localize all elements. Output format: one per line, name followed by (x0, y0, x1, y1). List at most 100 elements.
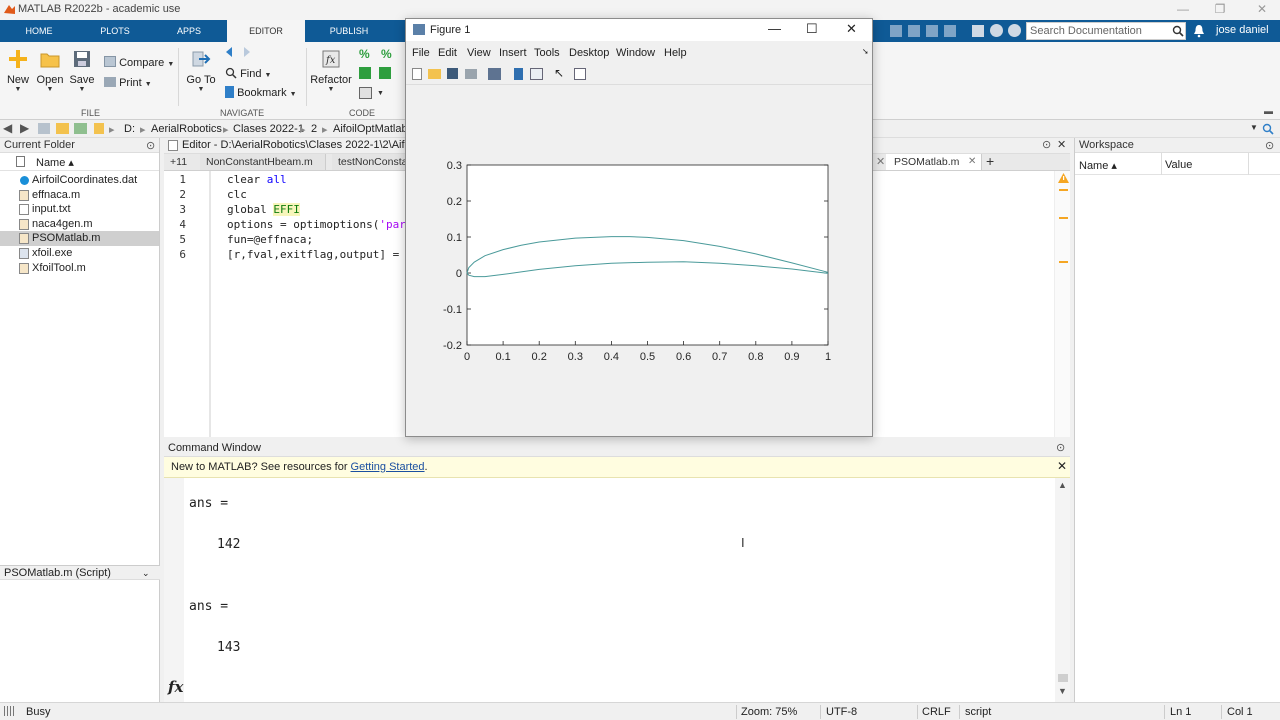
quick-open-icon[interactable] (908, 25, 920, 37)
tab-plots[interactable]: PLOTS (92, 20, 138, 42)
search-icon[interactable] (1172, 25, 1184, 37)
close-banner-icon[interactable]: ✕ (1057, 459, 1067, 473)
panel-menu-icon[interactable]: ⊙ (1265, 139, 1274, 152)
file-item-effnaca[interactable]: effnaca.m (0, 188, 159, 203)
address-dropdown-icon[interactable]: ▼ (1250, 123, 1258, 132)
tab-testnonconsta[interactable]: testNonConsta (332, 154, 406, 170)
insert-legend-icon[interactable] (530, 68, 543, 80)
figure-menu-window[interactable]: Window (616, 47, 655, 59)
outdent-icon[interactable] (379, 67, 391, 79)
chevron-down-icon[interactable]: ▼ (377, 90, 384, 97)
panel-menu-icon[interactable]: ⊙ (1056, 441, 1065, 454)
file-item-xfoil-exe[interactable]: xfoil.exe (0, 246, 159, 261)
scroll-down-icon[interactable]: ▼ (1058, 686, 1067, 696)
search-documentation-input[interactable]: Search Documentation (1026, 22, 1186, 40)
crumb-clases[interactable]: Clases 2022-1 (233, 123, 304, 135)
save-figure-icon[interactable] (447, 68, 458, 79)
up-folder-icon[interactable] (38, 123, 50, 134)
minimize-icon[interactable]: — (1173, 2, 1193, 18)
close-window-icon[interactable]: ✕ (1252, 2, 1272, 18)
back-arrow-icon[interactable]: ◀ (3, 122, 12, 134)
quick-layout-icon[interactable] (972, 25, 984, 37)
search-folder-icon[interactable] (74, 123, 87, 134)
command-window[interactable]: ans = 142 ans = 143 fx I ▲ ▼ (164, 478, 1070, 702)
insert-colorbar-icon[interactable] (514, 68, 523, 80)
community-icon[interactable] (1008, 24, 1021, 37)
indent-icon[interactable] (359, 67, 371, 79)
restore-icon[interactable]: ❐ (1210, 2, 1230, 18)
crumb-2[interactable]: 2 (311, 123, 317, 135)
file-item-airfoilcoordinates[interactable]: AirfoilCoordinates.dat (0, 173, 159, 188)
find-button[interactable]: Find ▼ (225, 67, 271, 80)
help-icon[interactable] (990, 24, 1003, 37)
save-button[interactable]: Save ▼ (68, 48, 96, 93)
figure-close-icon[interactable]: ✕ (846, 21, 857, 37)
workspace-value-column[interactable]: Value (1165, 159, 1192, 171)
tab-publish[interactable]: PUBLISH (322, 20, 376, 42)
quick-new-icon[interactable] (890, 25, 902, 37)
quick-save-icon[interactable] (926, 25, 938, 37)
figure-window[interactable]: Figure 1 — ☐ ✕ File Edit View Insert Too… (405, 18, 873, 437)
smart-indent-icon[interactable] (359, 87, 372, 99)
status-eol[interactable]: CRLF (922, 706, 951, 718)
quick-cut-icon[interactable] (944, 25, 956, 37)
figure-menu-insert[interactable]: Insert (499, 47, 527, 59)
crumb-aifoiloptmatlab[interactable]: AifoilOptMatlab (333, 123, 408, 135)
tab-home[interactable]: HOME (16, 20, 62, 42)
figure-menu-help[interactable]: Help (664, 47, 687, 59)
print-figure-icon[interactable] (465, 69, 477, 79)
close-tab-icon[interactable]: ✕ (876, 155, 885, 168)
goto-button[interactable]: Go To ▼ (186, 48, 216, 93)
figure-menu-view[interactable]: View (467, 47, 491, 59)
notification-bell-icon[interactable] (1193, 24, 1205, 38)
figure-maximize-icon[interactable]: ☐ (806, 21, 818, 37)
figure-menu-edit[interactable]: Edit (438, 47, 457, 59)
warning-triangle-icon[interactable] (1058, 173, 1069, 183)
edit-plot-arrow-icon[interactable]: ↖ (554, 66, 564, 80)
user-name[interactable]: jose daniel (1216, 24, 1269, 36)
tab-nonconstanthbeam[interactable]: NonConstantHbeam.m (200, 154, 326, 170)
status-encoding[interactable]: UTF-8 (826, 706, 857, 718)
link-plot-icon[interactable] (488, 68, 501, 80)
getting-started-link[interactable]: Getting Started (351, 461, 425, 473)
fx-prompt-icon[interactable]: fx (168, 678, 183, 696)
comment-percent-icon[interactable]: % (359, 47, 370, 61)
new-tab-plus-icon[interactable]: + (986, 153, 994, 169)
airfoil-plot[interactable]: 0 0.1 0.2 0.3 0.4 0.5 0.6 0.7 0.8 0.9 1 -0.2 -0.1 0 0.… (406, 149, 872, 369)
command-scrollbar[interactable]: ▲ ▼ (1055, 478, 1070, 702)
new-figure-icon[interactable] (412, 68, 422, 80)
panel-menu-icon[interactable]: ⊙ (146, 139, 155, 152)
property-inspector-icon[interactable] (574, 68, 586, 80)
chevron-down-icon[interactable]: ⌄ (142, 566, 150, 580)
figure-menu-desktop[interactable]: Desktop (569, 47, 609, 59)
file-item-naca4gen[interactable]: naca4gen.m (0, 217, 159, 232)
close-editor-icon[interactable]: ✕ (1057, 138, 1066, 151)
figure-menu-tools[interactable]: Tools (534, 47, 560, 59)
scroll-thumb[interactable] (1058, 674, 1068, 682)
crumb-drive[interactable]: D: (124, 123, 135, 135)
forward-arrow-icon[interactable]: ▶ (20, 122, 29, 134)
warning-marker[interactable] (1059, 189, 1068, 191)
browse-folder-icon[interactable] (56, 123, 69, 134)
print-button[interactable]: Print ▼ (104, 77, 152, 89)
details-panel-header[interactable]: PSOMatlab.m (Script) ⌄ (0, 565, 160, 580)
file-item-input[interactable]: input.txt (0, 202, 159, 217)
status-filetype[interactable]: script (965, 706, 991, 718)
workspace-name-column[interactable]: Name ▴ (1079, 159, 1117, 172)
close-tab-icon[interactable]: ✕ (968, 154, 976, 170)
tab-psomatlab[interactable]: PSOMatlab.m ✕ (886, 154, 982, 170)
scroll-up-icon[interactable]: ▲ (1058, 480, 1067, 490)
status-zoom[interactable]: Zoom: 75% (741, 706, 797, 718)
figure-minimize-icon[interactable]: — (768, 21, 781, 36)
file-item-psomatlab[interactable]: PSOMatlab.m (0, 231, 159, 246)
folder-search-icon[interactable] (1262, 123, 1274, 135)
open-file-icon[interactable] (428, 69, 441, 79)
tab-apps[interactable]: APPS (166, 20, 212, 42)
crumb-aerialrobotics[interactable]: AerialRobotics (151, 123, 222, 135)
bookmark-button[interactable]: Bookmark ▼ (225, 86, 297, 99)
back-nav-icon[interactable] (224, 46, 258, 61)
warning-marker[interactable] (1059, 261, 1068, 263)
tab-editor[interactable]: EDITOR (227, 20, 305, 42)
name-column-header[interactable]: Name ▴ (36, 156, 74, 169)
refactor-button[interactable]: fx Refactor ▼ (310, 48, 352, 93)
